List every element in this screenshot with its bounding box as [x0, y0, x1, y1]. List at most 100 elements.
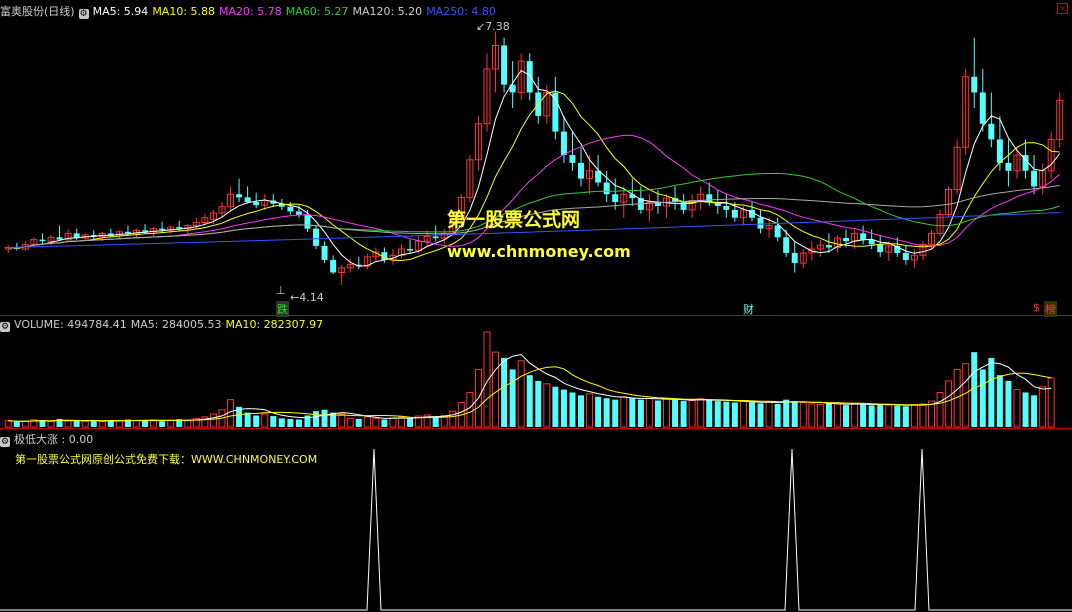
volume-bar-down [748, 402, 755, 427]
volume-bar-up [4, 420, 12, 428]
volume-bar-down [90, 420, 97, 427]
volume-bar-down [637, 399, 644, 427]
volume-bar-down [783, 399, 790, 427]
volume-bar-down [321, 409, 328, 427]
volume-bar-down [313, 411, 320, 427]
candle-body-down [988, 123, 995, 140]
volume-bar-up [645, 397, 653, 428]
volume-bar-down [629, 398, 636, 427]
volume-bar-down [902, 406, 909, 427]
candle-body-down [330, 259, 337, 273]
volume-bar-down [381, 419, 388, 427]
volume-bar-up [209, 413, 217, 428]
volume-bar-down [877, 403, 884, 427]
volume-bar-up [449, 410, 457, 428]
volume-bar-down [535, 380, 542, 427]
volume-bar-up [620, 396, 628, 428]
volume-bar-down [868, 405, 875, 427]
volume-bar-down [860, 404, 867, 427]
volume-bar-up [910, 404, 918, 428]
watermark-url: www.chnmoney.com [447, 242, 631, 261]
volume-bar-down [355, 418, 362, 427]
volume-bar-down [509, 369, 516, 427]
candle-body-down [731, 209, 738, 218]
candle-body-down [236, 194, 243, 198]
candle-body-down [843, 238, 850, 242]
volume-bar-down [73, 420, 80, 427]
volume-bar-down [407, 418, 414, 427]
volume-bar-down [1031, 395, 1038, 427]
ma10-line [8, 90, 1060, 262]
volume-bar-down [825, 403, 832, 427]
volume-bar-up [517, 360, 525, 428]
volume-bar-up [697, 398, 705, 428]
candle-body-down [501, 45, 508, 85]
volume-bar-up [98, 421, 106, 428]
volume-bar-up [184, 420, 192, 428]
volume-bar-down [843, 405, 850, 427]
volume-bar-down [774, 403, 781, 427]
dollar-marker: $ [1033, 301, 1040, 314]
candle-body-down [612, 194, 619, 203]
candle-body-down [253, 202, 260, 206]
volume-bar-up [47, 421, 55, 428]
volume-bar-up [346, 417, 354, 428]
volume-bar-up [885, 404, 893, 428]
candle-body-down [757, 217, 764, 229]
volume-bar-down [612, 399, 619, 427]
candle-body-down [979, 92, 986, 124]
candle-body-down [107, 233, 114, 235]
volume-bar-up [851, 402, 859, 428]
volume-bar-down [501, 357, 508, 427]
volume-bar-up [543, 383, 551, 428]
candle-body-down [971, 76, 978, 93]
candle-body-down [877, 244, 884, 253]
candle-body-down [603, 182, 610, 195]
candle-body-down [629, 194, 636, 199]
cai-marker: 财 [743, 303, 754, 316]
candle-body-down [723, 205, 730, 210]
volume-bar-down [706, 399, 713, 427]
volume-bar-up [167, 419, 175, 428]
volume-bar-up [81, 420, 89, 428]
candle-body-down [295, 211, 302, 215]
volume-bar-up [21, 420, 29, 428]
volume-bar-up [945, 380, 953, 428]
indicator-line [0, 448, 1072, 611]
volume-bar-down [552, 386, 559, 427]
volume-bar-down [159, 421, 166, 427]
candle-body-down [783, 237, 790, 253]
volume-bar-down [979, 369, 986, 427]
volume-bar-up [363, 416, 371, 428]
volume-bar-down [142, 420, 149, 427]
candle-body-down [39, 239, 46, 242]
low-marker: ⊥ [276, 284, 286, 297]
candle-body-down [996, 139, 1003, 163]
volume-bar-up [483, 331, 491, 428]
die-marker: 跌 [276, 301, 289, 317]
candle-body-down [569, 155, 576, 163]
volume-bar-down [578, 395, 585, 427]
volume-bar-up [115, 420, 123, 428]
volume-bar-up [64, 420, 72, 428]
volume-bar-up [492, 351, 500, 428]
volume-bar-up [466, 391, 474, 428]
candle-body-down [432, 236, 439, 239]
volume-bar-up [799, 402, 807, 428]
volume-bar-down [13, 421, 20, 427]
volume-bar-up [833, 403, 841, 428]
ma5-line [8, 69, 1061, 267]
volume-bar-down [654, 400, 661, 427]
volume-bar-up [808, 403, 816, 428]
candle-body-down [902, 252, 909, 260]
volume-bar-up [816, 404, 824, 428]
chart-canvas[interactable] [0, 0, 1072, 612]
candle-body-down [560, 131, 567, 156]
volume-bar-down [270, 416, 277, 427]
volume-bar-down [680, 401, 687, 427]
volume-bar-down [560, 389, 567, 427]
volume-bar-down [988, 357, 995, 427]
candle-body-down [1031, 170, 1038, 187]
volume-bar-down [244, 412, 251, 427]
candle-body-down [526, 61, 533, 93]
